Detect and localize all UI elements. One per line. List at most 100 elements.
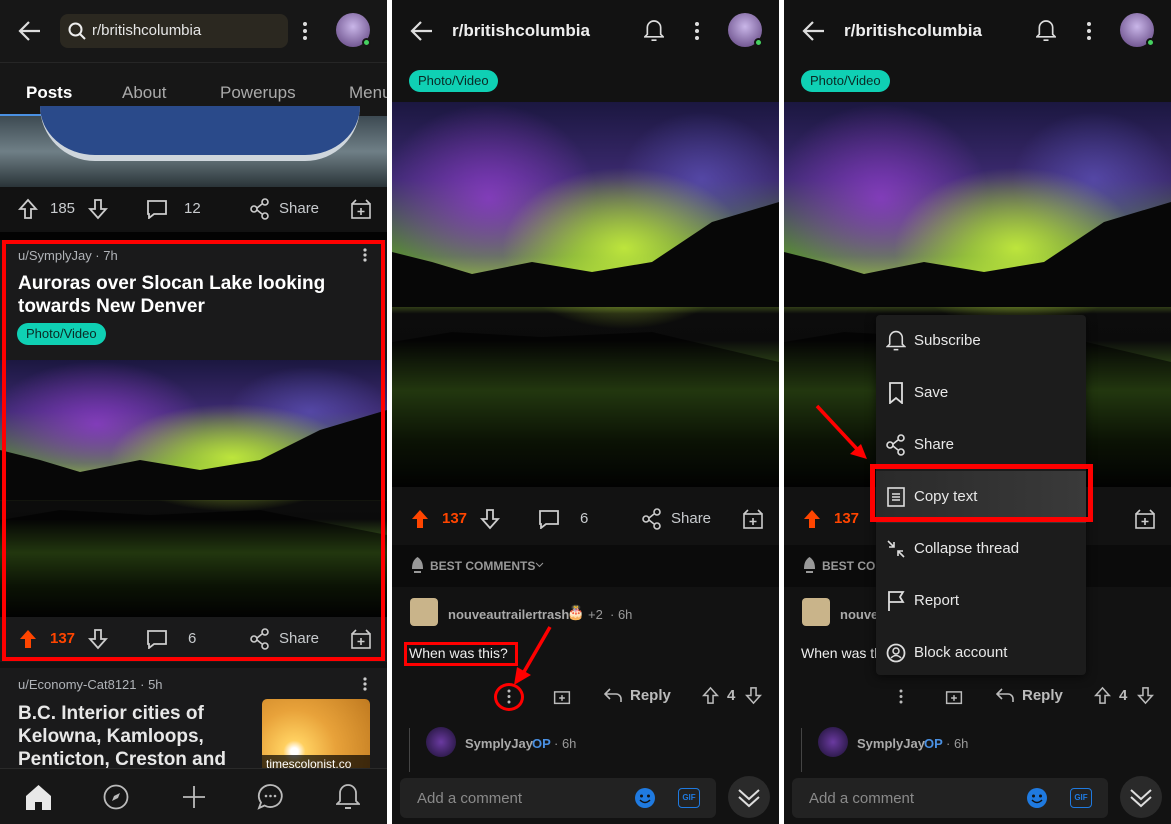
menu-item-report[interactable]: Report: [876, 575, 1086, 627]
comment-icon[interactable]: [538, 509, 560, 529]
comment-score: 4: [727, 687, 736, 704]
karma: +2: [588, 607, 603, 622]
menu-item-subscribe[interactable]: Subscribe: [876, 315, 1086, 367]
award-icon[interactable]: [945, 687, 963, 705]
downvote-icon[interactable]: [1137, 686, 1154, 705]
more-options-icon[interactable]: [1086, 21, 1092, 41]
share-label[interactable]: Share: [671, 510, 711, 527]
previous-post-actions: 185 12 Share: [0, 187, 387, 231]
upvote-icon[interactable]: [1094, 686, 1111, 705]
award-icon[interactable]: [1134, 508, 1156, 530]
downvote-icon[interactable]: [480, 508, 500, 530]
reply-author[interactable]: SymplyJay: [857, 736, 925, 751]
search-input[interactable]: r/britishcolumbia: [60, 14, 288, 48]
upvote-count: 137: [442, 510, 468, 527]
highlight-box: [2, 240, 385, 661]
tab-posts[interactable]: Posts: [26, 83, 72, 103]
back-arrow-icon[interactable]: [410, 20, 434, 42]
post-actions: 137 6 Share: [392, 497, 779, 541]
tab-menu[interactable]: Menu: [349, 83, 387, 103]
share-icon[interactable]: [642, 508, 662, 530]
award-icon[interactable]: [350, 198, 372, 220]
op-badge: OP: [924, 736, 943, 751]
comment-icon[interactable]: [146, 199, 168, 219]
post-detail-panel: r/britishcolumbia Photo/Video 137 6 Shar…: [392, 0, 779, 824]
tab-powerups[interactable]: Powerups: [220, 83, 296, 103]
menu-item-block-account[interactable]: Block account: [876, 627, 1086, 679]
upvote-icon-active[interactable]: [410, 508, 430, 530]
post-image[interactable]: [392, 102, 779, 487]
reply-time: · 6h: [946, 736, 969, 751]
subreddit-title[interactable]: r/britishcolumbia: [844, 21, 982, 41]
collapse-button[interactable]: [728, 776, 770, 818]
next-post-card[interactable]: u/Economy-Cat8121 · 5h B.C. Interior cit…: [0, 668, 387, 774]
comment-input[interactable]: Add a comment GIF: [792, 778, 1108, 818]
reply-icon[interactable]: [996, 688, 1014, 703]
comment-author[interactable]: nouveautrailertrash: [448, 607, 569, 622]
post-title[interactable]: B.C. Interior cities of Kelowna, Kamloop…: [18, 702, 238, 771]
more-options-icon[interactable]: [363, 677, 367, 691]
header: r/britishcolumbia: [0, 0, 387, 62]
more-options-icon[interactable]: [694, 21, 700, 41]
comment-input[interactable]: Add a comment GIF: [400, 778, 716, 818]
gif-button[interactable]: GIF: [678, 788, 700, 808]
collapse-button[interactable]: [1120, 776, 1162, 818]
header: r/britishcolumbia: [392, 0, 779, 62]
bell-icon: [886, 330, 906, 351]
award-icon[interactable]: [742, 508, 764, 530]
share-label[interactable]: Share: [279, 200, 319, 217]
rocket-icon: [804, 557, 815, 573]
reply-avatar[interactable]: [818, 727, 848, 757]
downvote-icon[interactable]: [745, 686, 762, 705]
back-arrow-icon[interactable]: [802, 20, 826, 42]
downvote-icon[interactable]: [88, 198, 108, 220]
bell-icon[interactable]: [1036, 19, 1056, 43]
collapse-icon: [887, 540, 905, 558]
reply-author[interactable]: SymplyJay: [465, 736, 533, 751]
gif-button[interactable]: GIF: [1070, 788, 1092, 808]
emoji-icon[interactable]: [1026, 787, 1048, 809]
reply-button[interactable]: Reply: [630, 687, 671, 704]
chat-icon[interactable]: [257, 783, 284, 810]
mountain-silhouette: [392, 202, 779, 487]
double-chevron-down-icon: [738, 789, 760, 808]
bell-icon[interactable]: [336, 783, 360, 811]
red-arrow: [815, 404, 867, 459]
compass-icon[interactable]: [103, 784, 129, 810]
menu-item-save[interactable]: Save: [876, 367, 1086, 419]
red-arrow: [514, 626, 552, 685]
tab-about[interactable]: About: [122, 83, 166, 103]
reply-icon[interactable]: [604, 688, 622, 703]
commenter-avatar[interactable]: [802, 598, 830, 626]
post-thumbnail[interactable]: timescolonist.co: [262, 699, 370, 774]
share-icon: [886, 434, 905, 456]
upvote-icon[interactable]: [18, 198, 38, 220]
upvote-icon[interactable]: [702, 686, 719, 705]
share-icon[interactable]: [250, 198, 270, 220]
commenter-avatar[interactable]: [410, 598, 438, 626]
upvote-icon-active[interactable]: [802, 508, 822, 530]
reply-button[interactable]: Reply: [1022, 687, 1063, 704]
subreddit-title[interactable]: r/britishcolumbia: [452, 21, 590, 41]
comment-time: · 6h: [610, 607, 633, 622]
highlight-box-copy-text: [870, 464, 1093, 522]
boat-hull: [40, 106, 360, 161]
more-options-icon[interactable]: [302, 21, 308, 41]
emoji-icon[interactable]: [634, 787, 656, 809]
divider: [0, 232, 387, 240]
comment-sort-bar[interactable]: BEST COMMENTS: [392, 545, 779, 587]
plus-icon[interactable]: [182, 785, 206, 809]
award-icon[interactable]: [553, 687, 571, 705]
menu-item-collapse-thread[interactable]: Collapse thread: [876, 523, 1086, 575]
reply-avatar[interactable]: [426, 727, 456, 757]
back-arrow-icon[interactable]: [18, 20, 42, 42]
bell-icon[interactable]: [644, 19, 664, 43]
home-icon[interactable]: [25, 784, 52, 810]
post-author-time[interactable]: u/Economy-Cat8121 · 5h: [18, 677, 163, 692]
menu-item-label: Block account: [914, 644, 1008, 661]
comment-menu-panel: r/britishcolumbia Photo/Video 137 BEST C…: [784, 0, 1171, 824]
post-flair[interactable]: Photo/Video: [801, 70, 890, 92]
post-flair[interactable]: Photo/Video: [409, 70, 498, 92]
previous-post-image[interactable]: [0, 106, 387, 187]
more-options-icon[interactable]: [899, 689, 903, 704]
